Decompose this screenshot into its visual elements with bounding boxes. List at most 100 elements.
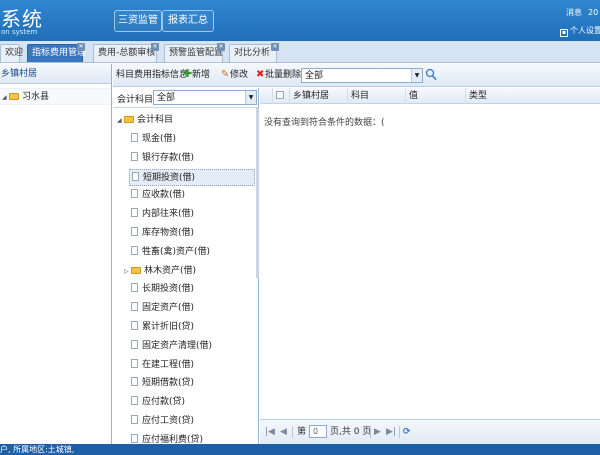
divider [399,426,400,438]
toolbar-title: 科目费用指标信息 [116,70,189,80]
subject-tree-label: 在建工程(借) [142,359,195,370]
subject-tree-label: 应付福利费(贷) [142,434,204,444]
subject-tree-node[interactable]: 内部往来(借) [131,206,257,223]
subject-tree-node[interactable]: 应付款(贷) [131,394,257,411]
document-icon [131,227,138,236]
next-page-icon[interactable]: ▶ [374,426,381,438]
subject-tree-node[interactable]: 库存物资(借) [131,225,257,242]
document-icon [131,415,138,424]
user-settings-link[interactable]: ▪ 个人设置 [560,25,600,37]
document-icon [131,283,138,293]
subject-tree-node[interactable]: 累计折旧(贷) [131,319,257,336]
subject-filter-select[interactable]: 全部 ▼ [153,90,257,105]
column-header-subject[interactable]: 科目 [348,88,406,104]
tab-label: 预警监管配置 [169,48,224,58]
subject-tree-node[interactable]: 固定资产(借) [131,300,257,317]
subject-tree-label: 短期借款(贷) [142,378,195,389]
subject-tree-node[interactable]: 固定资产清理(借) [131,338,257,355]
subject-tree-label: 应付工资(贷) [142,416,195,426]
tab-indicator-fee-management[interactable]: 指标费用管理 ✕ [27,43,86,62]
close-icon[interactable]: ✕ [271,43,279,51]
document-icon [131,433,138,443]
close-icon[interactable]: ✕ [77,43,85,51]
divider [370,426,371,438]
prev-page-icon[interactable]: ◀ [280,426,287,438]
app-header: 系统 on system 三资监管 报表汇总 消息 20 ▪ 个人设置 [0,0,600,41]
subject-tree-root[interactable]: ◢ 会计科目 [117,114,173,127]
tab-fee-total-audit[interactable]: 费用-总额审核 ✕ [93,43,159,62]
subject-tree-node[interactable]: 现金(借) [131,131,257,148]
subject-tree-node[interactable]: 长期投资(借) [131,281,257,298]
subject-tree-node[interactable]: 银行存款(借) [131,150,257,167]
close-icon[interactable]: ✕ [217,43,225,51]
region-tree-panel: 乡镇村居 ◢ 习水县 [0,64,112,444]
subject-tree-node[interactable]: 牲畜(禽)资产(借) [131,244,257,261]
pagination-bar: |◀ ◀ 第 0 页,共 0 页 ▶ ▶| ⟳ [260,419,600,444]
document-icon [131,245,138,255]
settings-icon: ▪ [560,29,568,37]
tree-scrollbar[interactable] [256,108,259,278]
expand-icon[interactable]: ▷ [124,263,131,280]
subject-tree-label: 应付款(贷) [142,397,186,408]
subject-tree-node[interactable]: ▷ 林木资产(借) [124,263,250,280]
subject-tree-label: 固定资产(借) [142,303,195,314]
column-header-value[interactable]: 值 [406,88,466,104]
collapse-icon[interactable]: ◢ [117,115,124,127]
collapse-icon[interactable]: ◢ [2,89,9,106]
batch-delete-button[interactable]: ✖批量删除 [256,68,301,82]
last-page-icon[interactable]: ▶| [386,426,396,438]
column-header-type[interactable]: 类型 [466,88,600,104]
subject-tree-node[interactable]: 应收款(借) [131,187,257,204]
chevron-down-icon[interactable]: ▼ [411,69,422,82]
folder-icon [124,116,134,123]
subject-filter: 会计科目 全部 ▼ [113,88,258,108]
add-button[interactable]: ✚新增 [183,68,210,82]
subject-tree-node[interactable]: 应付工资(贷) [131,413,257,430]
page-number-input[interactable]: 0 [309,425,327,438]
subject-tree-label: 林木资产(借) [144,265,197,276]
subject-tree-label: 累计折旧(贷) [142,322,195,332]
subject-tree-label: 银行存款(借) [142,152,195,163]
subject-tree-node[interactable]: 应付福利费(贷) [131,432,257,444]
pencil-icon: ✎ [221,69,230,80]
subject-filter-value: 全部 [157,93,176,103]
subject-tree-label: 内部往来(借) [142,209,195,220]
first-page-icon[interactable]: |◀ [265,426,275,438]
tab-welcome[interactable]: 欢迎 [0,44,23,62]
document-icon [131,339,138,349]
grid-header: 乡镇村居 科目 值 类型 [260,88,600,104]
tab-alert-config[interactable]: 预警监管配置 ✕ [164,43,225,62]
document-icon [131,133,138,142]
region-tree-node[interactable]: ◢ 习水县 [0,88,111,105]
select-all-header [273,88,290,104]
region-label: 习水县 [22,92,50,102]
select-all-checkbox[interactable] [276,91,284,99]
sanzi-supervision-button[interactable]: 三资监管 [114,10,162,32]
subject-tree-node[interactable]: 在建工程(借) [131,357,257,374]
grid-toolbar: 科目费用指标信息 ✚新增 ✎修改 ✖批量删除 全部 ▼ [113,64,600,87]
chevron-down-icon[interactable]: ▼ [245,91,256,104]
document-icon [131,358,138,368]
filter-select-value: 全部 [305,71,324,81]
subject-tree-node[interactable]: 短期投资(借) [129,168,255,186]
empty-message: 没有查询到符合条件的数据：( [264,118,385,128]
subject-tree-panel: 会计科目 全部 ▼ ◢ 会计科目 现金(借) 银行存款(借) 短期投资(借) 应收款(借… [113,88,259,444]
edit-button[interactable]: ✎修改 [221,68,248,82]
refresh-icon[interactable]: ⟳ [403,426,411,438]
edit-label: 修改 [230,70,249,80]
row-number-header [260,88,273,104]
add-label: 新增 [192,70,211,80]
tab-comparison-analysis[interactable]: 对比分析 ✕ [229,43,279,62]
app-subtitle: on system [1,28,38,36]
document-icon [131,208,138,218]
data-grid: 乡镇村居 科目 值 类型 没有查询到符合条件的数据：( [260,88,600,444]
column-header-region[interactable]: 乡镇村居 [290,88,348,104]
message-link[interactable]: 消息 20 [566,7,598,18]
subject-tree-label: 短期投资(借) [143,172,196,183]
report-summary-button[interactable]: 报表汇总 [162,10,214,32]
folder-icon [131,266,141,274]
search-icon[interactable] [425,68,437,81]
filter-select[interactable]: 全部 ▼ [301,68,423,83]
close-icon[interactable]: ✕ [151,43,159,51]
subject-tree-node[interactable]: 短期借款(贷) [131,375,257,392]
